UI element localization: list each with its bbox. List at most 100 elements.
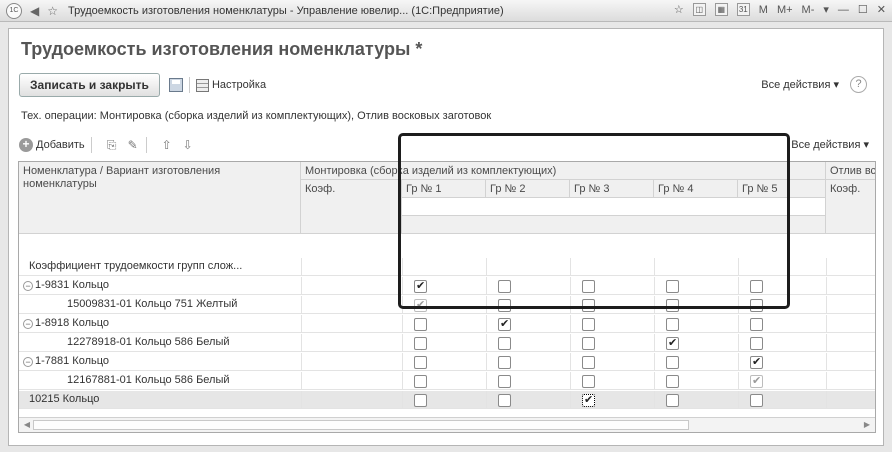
checkbox-gr2[interactable] bbox=[498, 394, 511, 407]
horizontal-scrollbar[interactable]: ◀ ▶ bbox=[19, 417, 875, 432]
page-title: Трудоемкость изготовления номенклатуры * bbox=[21, 39, 423, 59]
checkbox-gr4[interactable] bbox=[666, 280, 679, 293]
settings-button[interactable]: Настройка bbox=[212, 79, 266, 91]
checkbox-gr3[interactable] bbox=[582, 375, 595, 388]
table-row[interactable]: −1-8918 Кольцо bbox=[19, 315, 875, 333]
column-divider bbox=[654, 296, 655, 313]
bookmark-icon[interactable]: ◫ bbox=[692, 3, 706, 16]
table-row[interactable]: 15009831-01 Кольцо 751 Желтый bbox=[19, 296, 875, 314]
edit-icon[interactable]: ✎ bbox=[126, 138, 140, 152]
move-up-icon[interactable]: ⇧ bbox=[160, 138, 174, 152]
column-group-header-casting[interactable]: Отлив вс bbox=[826, 162, 875, 180]
column-divider bbox=[654, 334, 655, 351]
checkbox-gr1[interactable] bbox=[414, 298, 427, 312]
calendar-icon[interactable]: 31 bbox=[736, 3, 750, 16]
table-row[interactable]: −1-9831 Кольцо bbox=[19, 277, 875, 295]
checkbox-gr5[interactable] bbox=[750, 355, 763, 369]
table-row[interactable]: 12167881-01 Кольцо 586 Белый bbox=[19, 372, 875, 390]
column-group-header-mounting[interactable]: Монтировка (сборка изделий из комплектую… bbox=[301, 162, 826, 180]
column-divider bbox=[402, 334, 403, 351]
column-header-gr1[interactable]: Гр № 1 bbox=[402, 180, 486, 198]
favorite-star-icon[interactable]: ☆ bbox=[47, 4, 58, 18]
collapse-toggle-icon[interactable]: − bbox=[23, 319, 33, 329]
checkbox-gr2[interactable] bbox=[498, 299, 511, 312]
checkbox-gr1[interactable] bbox=[414, 337, 427, 350]
column-header-coef-casting[interactable]: Коэф. bbox=[826, 180, 875, 234]
all-actions-menu[interactable]: Все действия ▾ bbox=[761, 78, 839, 91]
checkbox-gr1[interactable] bbox=[414, 394, 427, 407]
scroll-right-icon[interactable]: ▶ bbox=[861, 419, 873, 431]
column-divider bbox=[402, 372, 403, 389]
checkbox-gr2[interactable] bbox=[498, 280, 511, 293]
dropdown-icon[interactable]: ▾ bbox=[823, 3, 829, 16]
collapse-toggle-icon[interactable]: − bbox=[23, 281, 33, 291]
help-icon[interactable]: ? bbox=[850, 76, 867, 93]
settings-icon[interactable] bbox=[195, 78, 209, 92]
checkbox-gr4[interactable] bbox=[666, 375, 679, 388]
column-divider bbox=[738, 353, 739, 370]
back-arrow-icon[interactable]: ◀ bbox=[30, 4, 39, 18]
table-row[interactable]: −1-7881 Кольцо bbox=[19, 353, 875, 371]
checkbox-gr3[interactable] bbox=[582, 318, 595, 331]
column-header-gr4[interactable]: Гр № 4 bbox=[654, 180, 738, 198]
memory-m-button[interactable]: M bbox=[759, 4, 768, 16]
table-row[interactable]: 10215 Кольцо bbox=[19, 391, 875, 409]
checkbox-gr3[interactable] bbox=[582, 299, 595, 312]
column-header-coef[interactable]: Коэф. bbox=[301, 180, 402, 234]
table-row[interactable]: 12278918-01 Кольцо 586 Белый bbox=[19, 334, 875, 352]
checkbox-gr1[interactable] bbox=[414, 375, 427, 388]
save-icon[interactable] bbox=[168, 78, 183, 92]
header-subrow bbox=[402, 198, 826, 216]
checkbox-gr2[interactable] bbox=[498, 356, 511, 369]
collapse-toggle-icon[interactable]: − bbox=[23, 357, 33, 367]
scrollbar-thumb[interactable] bbox=[33, 420, 689, 430]
checkbox-gr3[interactable] bbox=[582, 337, 595, 350]
column-divider bbox=[402, 296, 403, 313]
checkbox-gr5[interactable] bbox=[750, 318, 763, 331]
checkbox-gr1[interactable] bbox=[414, 279, 427, 293]
checkbox-gr2[interactable] bbox=[498, 337, 511, 350]
checkbox-gr4[interactable] bbox=[666, 299, 679, 312]
memory-plus-button[interactable]: M+ bbox=[777, 4, 793, 16]
move-down-icon[interactable]: ⇩ bbox=[181, 138, 195, 152]
table-all-actions-menu[interactable]: Все действия ▾ bbox=[791, 138, 869, 151]
checkbox-gr2[interactable] bbox=[498, 375, 511, 388]
app-logo-icon[interactable]: 1С bbox=[6, 2, 22, 19]
checkbox-gr5[interactable] bbox=[750, 374, 763, 388]
column-header-name[interactable]: Номенклатура / Вариант изготовления номе… bbox=[19, 162, 301, 234]
checkbox-gr2[interactable] bbox=[498, 317, 511, 331]
data-grid[interactable]: Номенклатура / Вариант изготовления номе… bbox=[18, 161, 876, 433]
calculator-icon[interactable]: ▦ bbox=[714, 3, 728, 16]
column-header-gr2[interactable]: Гр № 2 bbox=[486, 180, 570, 198]
checkbox-gr5[interactable] bbox=[750, 280, 763, 293]
add-icon[interactable]: + bbox=[19, 138, 33, 152]
column-divider bbox=[738, 277, 739, 294]
close-icon[interactable]: ✕ bbox=[877, 3, 886, 16]
copy-icon[interactable]: ⎘ bbox=[105, 138, 119, 152]
scroll-left-icon[interactable]: ◀ bbox=[21, 419, 33, 431]
checkbox-gr5[interactable] bbox=[750, 394, 763, 407]
column-divider bbox=[738, 391, 739, 408]
checkbox-gr3[interactable] bbox=[582, 393, 595, 407]
column-header-gr5[interactable]: Гр № 5 bbox=[738, 180, 826, 198]
checkbox-gr5[interactable] bbox=[750, 299, 763, 312]
column-header-gr3[interactable]: Гр № 3 bbox=[570, 180, 654, 198]
memory-minus-button[interactable]: M- bbox=[802, 4, 815, 16]
checkbox-gr4[interactable] bbox=[666, 356, 679, 369]
checkbox-gr5[interactable] bbox=[750, 337, 763, 350]
checkbox-gr4[interactable] bbox=[666, 336, 679, 350]
checkbox-gr3[interactable] bbox=[582, 356, 595, 369]
maximize-icon[interactable]: ☐ bbox=[858, 3, 868, 16]
column-divider bbox=[826, 277, 827, 294]
checkbox-gr1[interactable] bbox=[414, 318, 427, 331]
checkbox-gr3[interactable] bbox=[582, 280, 595, 293]
checkbox-gr4[interactable] bbox=[666, 318, 679, 331]
minimize-icon[interactable]: — bbox=[838, 4, 849, 16]
checkbox-gr4[interactable] bbox=[666, 394, 679, 407]
operations-label: Тех. операции: Монтировка (сборка издели… bbox=[21, 110, 492, 122]
favorite-icon[interactable]: ☆ bbox=[674, 3, 684, 16]
save-and-close-button[interactable]: Записать и закрыть bbox=[19, 73, 160, 97]
checkbox-gr1[interactable] bbox=[414, 356, 427, 369]
add-button[interactable]: Добавить bbox=[36, 139, 85, 151]
table-row[interactable]: Коэффициент трудоемкости групп слож... bbox=[19, 258, 875, 276]
